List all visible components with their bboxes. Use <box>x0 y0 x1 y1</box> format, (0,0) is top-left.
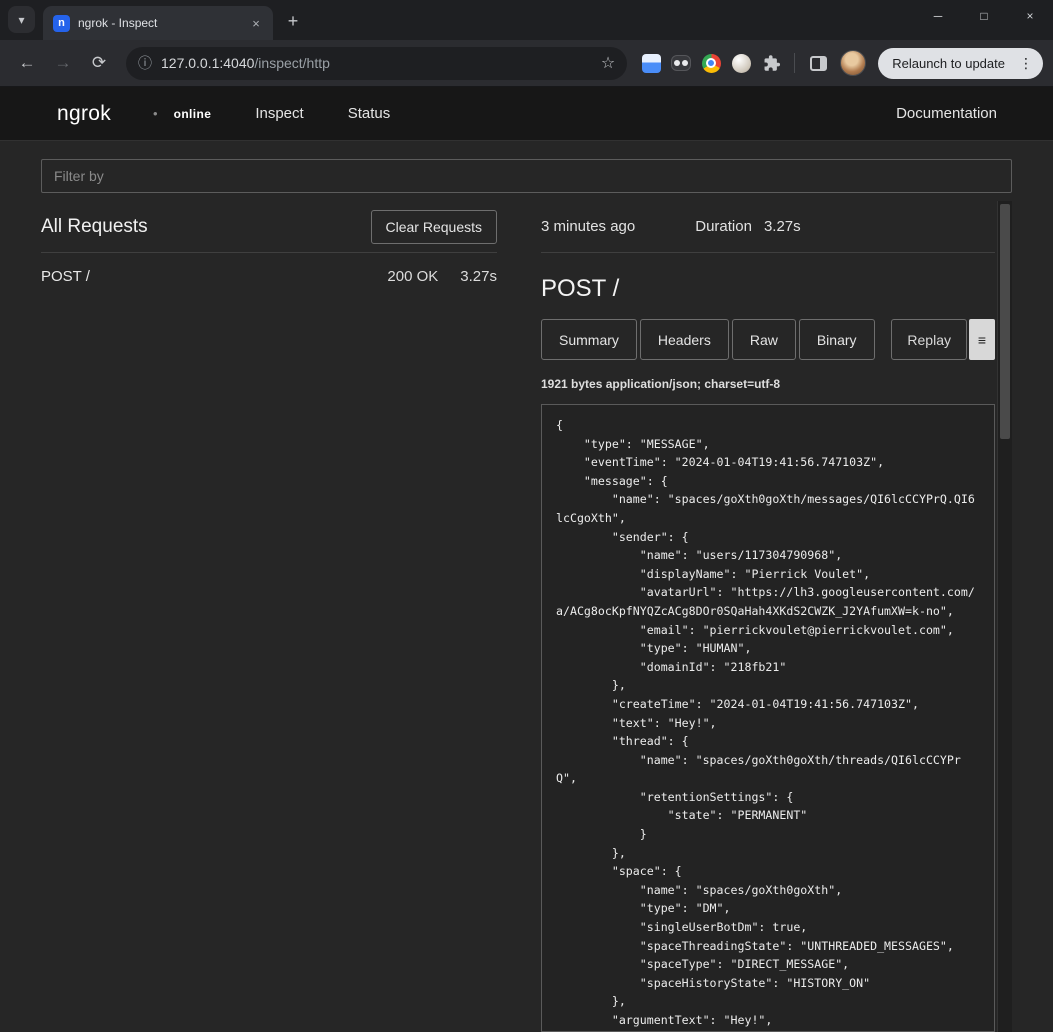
photos-extension-icon <box>642 54 661 73</box>
json-body: { "type": "MESSAGE", "eventTime": "2024-… <box>556 416 980 1032</box>
tab-search-button[interactable]: ▾ <box>8 6 35 33</box>
nav-documentation[interactable]: Documentation <box>896 105 997 122</box>
profile-avatar[interactable] <box>840 50 866 76</box>
content-meta: 1921 bytes application/json; charset=utf… <box>541 377 995 391</box>
bookmark-star-icon[interactable]: ☆ <box>601 53 615 73</box>
extensions-menu-button[interactable] <box>757 49 785 77</box>
status-dot-icon: • <box>153 106 158 121</box>
browser-tab[interactable]: n ngrok - Inspect × <box>43 6 273 40</box>
address-bar[interactable]: ⓘ 127.0.0.1:4040/inspect/http ☆ <box>126 47 627 80</box>
tab-binary[interactable]: Binary <box>799 319 875 360</box>
refresh-button[interactable]: ⟳ <box>82 46 116 80</box>
request-duration: 3.27s <box>460 268 497 285</box>
minimize-button[interactable]: ─ <box>915 0 961 32</box>
close-icon: × <box>1026 9 1033 23</box>
side-panel-button[interactable] <box>804 49 832 77</box>
tab-headers[interactable]: Headers <box>640 319 729 360</box>
maximize-button[interactable]: □ <box>961 0 1007 32</box>
ngrok-header: ngrok • online Inspect Status Documentat… <box>0 87 1053 141</box>
extension-ball-button[interactable] <box>727 49 755 77</box>
close-button[interactable]: × <box>1007 0 1053 32</box>
request-detail-panel: 3 minutes ago Duration 3.27s POST / Summ… <box>541 201 1012 1032</box>
nav-status[interactable]: Status <box>348 105 391 122</box>
tab-raw[interactable]: Raw <box>732 319 796 360</box>
requests-panel: All Requests Clear Requests POST / 200 O… <box>41 201 497 1032</box>
toolbar-divider <box>794 53 795 73</box>
minimize-icon: ─ <box>934 9 943 23</box>
url-text[interactable]: 127.0.0.1:4040/inspect/http <box>161 55 592 71</box>
ball-extension-icon <box>732 54 751 73</box>
status-online-badge: online <box>174 107 212 121</box>
maximize-icon: □ <box>980 9 987 23</box>
site-info-icon[interactable]: ⓘ <box>138 53 152 73</box>
back-icon: ← <box>19 53 36 73</box>
tab-title: ngrok - Inspect <box>78 16 239 30</box>
tab-favicon: n <box>53 15 70 32</box>
extension-photos-button[interactable] <box>637 49 665 77</box>
url-host: 127.0.0.1:4040 <box>161 55 254 71</box>
forward-icon: → <box>55 53 72 73</box>
request-time-ago: 3 minutes ago <box>541 218 635 235</box>
inspect-content: All Requests Clear Requests POST / 200 O… <box>0 141 1053 1032</box>
clear-requests-button[interactable]: Clear Requests <box>371 210 498 244</box>
relaunch-label: Relaunch to update <box>892 56 1005 71</box>
new-tab-button[interactable]: + <box>279 7 307 35</box>
extension-chrome-button[interactable] <box>697 49 725 77</box>
browser-window: ▾ n ngrok - Inspect × + ─ □ × ← <box>0 0 1053 1032</box>
scrollbar-thumb[interactable] <box>1000 204 1010 439</box>
ngrok-page: ngrok • online Inspect Status Documentat… <box>0 87 1053 1032</box>
goggles-extension-icon <box>671 55 691 71</box>
replay-menu-button[interactable]: ≡ <box>969 319 995 360</box>
replay-button[interactable]: Replay <box>891 319 967 360</box>
browser-toolbar: ← → ⟳ ⓘ 127.0.0.1:4040/inspect/http ☆ Re… <box>0 40 1053 87</box>
duration-label: Duration <box>695 218 752 235</box>
refresh-icon: ⟳ <box>92 53 106 73</box>
colorful-circle-extension-icon <box>702 54 721 73</box>
plus-icon: + <box>288 11 299 32</box>
back-button[interactable]: ← <box>10 46 44 80</box>
extension-goggles-button[interactable] <box>667 49 695 77</box>
request-status: 200 OK <box>387 268 438 285</box>
request-method-path: POST / <box>41 268 90 285</box>
forward-button[interactable]: → <box>46 46 80 80</box>
relaunch-button[interactable]: Relaunch to update ⋮ <box>878 48 1043 79</box>
detail-tabs: Summary Headers Raw Binary Replay ≡ <box>541 319 995 360</box>
filter-input[interactable] <box>41 159 1012 193</box>
close-icon: × <box>252 16 260 31</box>
window-controls: ─ □ × <box>915 0 1053 32</box>
detail-scrollbar[interactable] <box>997 201 1012 1032</box>
requests-panel-title: All Requests <box>41 216 148 238</box>
tab-strip: ▾ n ngrok - Inspect × + ─ □ × <box>0 0 1053 40</box>
ngrok-logo[interactable]: ngrok <box>57 102 111 126</box>
request-row[interactable]: POST / 200 OK 3.27s <box>41 253 497 299</box>
kebab-menu-icon[interactable]: ⋮ <box>1015 55 1037 72</box>
extensions-puzzle-icon <box>762 54 781 73</box>
tab-summary[interactable]: Summary <box>541 319 637 360</box>
nav-inspect[interactable]: Inspect <box>255 105 303 122</box>
detail-title: POST / <box>541 275 995 303</box>
chevron-down-icon: ▾ <box>18 13 24 27</box>
response-body-block: { "type": "MESSAGE", "eventTime": "2024-… <box>541 404 995 1032</box>
duration-value: 3.27s <box>764 218 801 235</box>
tab-close-button[interactable]: × <box>247 14 265 32</box>
hamburger-icon: ≡ <box>978 332 986 348</box>
url-path: /inspect/http <box>254 55 330 71</box>
side-panel-icon <box>810 56 827 71</box>
